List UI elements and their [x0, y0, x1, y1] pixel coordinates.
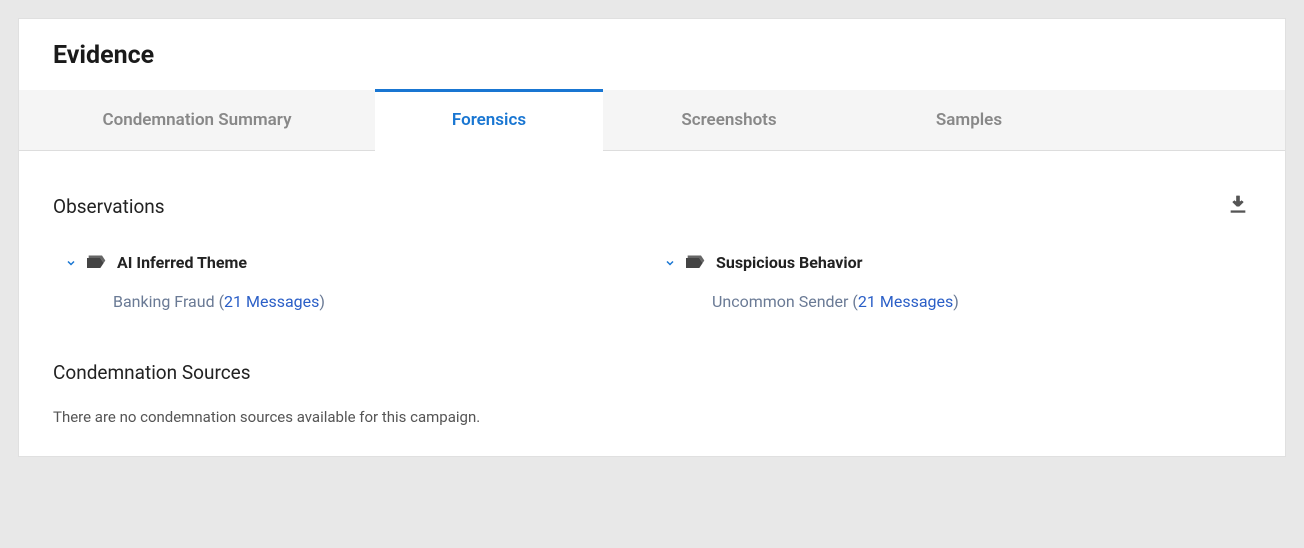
- observations-grid: AI Inferred Theme Banking Fraud (21 Mess…: [53, 253, 1251, 311]
- panel-header: Evidence: [19, 19, 1285, 90]
- tab-forensics[interactable]: Forensics: [375, 89, 603, 151]
- tab-samples[interactable]: Samples: [855, 90, 1083, 150]
- observation-group: AI Inferred Theme Banking Fraud (21 Mess…: [53, 253, 652, 311]
- paren-close: ): [319, 292, 325, 311]
- condemnation-sources-empty-text: There are no condemnation sources availa…: [53, 408, 1251, 426]
- observation-group-title: Suspicious Behavior: [716, 253, 863, 272]
- panel-title: Evidence: [53, 41, 1251, 70]
- evidence-panel: Evidence Condemnation Summary Forensics …: [18, 18, 1286, 457]
- tab-label: Samples: [936, 110, 1002, 130]
- observation-item: Uncommon Sender (21 Messages): [664, 292, 1251, 311]
- observations-header-row: Observations: [53, 191, 1251, 221]
- observation-group-title: AI Inferred Theme: [117, 253, 247, 272]
- observation-item-count-link[interactable]: 21 Messages: [858, 292, 953, 311]
- observation-item-count-link[interactable]: 21 Messages: [224, 292, 319, 311]
- observation-item-label: Uncommon Sender: [712, 292, 848, 311]
- download-icon: [1227, 200, 1249, 219]
- observation-group-toggle[interactable]: Suspicious Behavior: [664, 253, 1251, 272]
- chevron-down-icon: [664, 257, 676, 269]
- tab-label: Condemnation Summary: [102, 110, 291, 130]
- observation-item-label: Banking Fraud: [113, 292, 215, 311]
- chevron-down-icon: [65, 257, 77, 269]
- tab-screenshots[interactable]: Screenshots: [603, 90, 855, 150]
- tab-content: Observations: [19, 151, 1285, 456]
- observation-group: Suspicious Behavior Uncommon Sender (21 …: [652, 253, 1251, 311]
- tab-label: Screenshots: [681, 110, 776, 130]
- observation-group-toggle[interactable]: AI Inferred Theme: [65, 253, 652, 272]
- paren-close: ): [953, 292, 959, 311]
- download-button[interactable]: [1225, 191, 1251, 221]
- tabs-container: Condemnation Summary Forensics Screensho…: [19, 90, 1285, 151]
- observations-title: Observations: [53, 195, 165, 218]
- tag-icon: [87, 255, 107, 271]
- condemnation-sources-title: Condemnation Sources: [53, 361, 1251, 384]
- tab-condemnation-summary[interactable]: Condemnation Summary: [19, 90, 375, 150]
- tab-label: Forensics: [452, 110, 526, 130]
- tag-icon: [686, 255, 706, 271]
- observation-item: Banking Fraud (21 Messages): [65, 292, 652, 311]
